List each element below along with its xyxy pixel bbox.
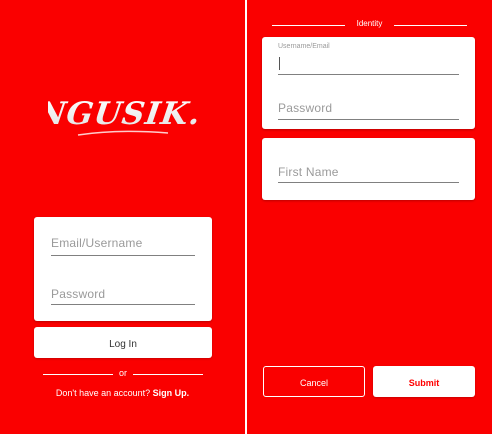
first-name-underline [278, 182, 459, 183]
email-field[interactable]: Email/Username [51, 236, 195, 256]
password-underline [51, 304, 195, 305]
username-email-label: Username/Email [278, 43, 330, 50]
logo-graphic: NGUSIK. [48, 96, 198, 136]
logo-text: NGUSIK. [48, 96, 198, 132]
no-account-text: Don't have an account? [55, 388, 151, 398]
login-screen: NGUSIK. Email/Username Password Log In o… [0, 0, 245, 434]
username-underline [278, 74, 459, 75]
app-logo: NGUSIK. [0, 86, 245, 142]
or-text: or [118, 368, 127, 378]
or-divider: or [43, 368, 203, 379]
identity-section-header: Identity [247, 19, 492, 31]
first-name-placeholder: First Name [278, 165, 339, 179]
signup-password-placeholder: Password [278, 101, 333, 115]
submit-button[interactable]: Submit [373, 366, 475, 397]
signup-password-field[interactable]: Password [278, 101, 459, 121]
submit-button-label: Submit [408, 378, 440, 388]
credentials-card: Username/Email Password [262, 37, 475, 129]
signup-password-underline [278, 119, 459, 120]
cancel-button-label: Cancel [299, 378, 328, 388]
email-placeholder: Email/Username [51, 236, 143, 250]
cancel-button[interactable]: Cancel [263, 366, 365, 397]
identity-title: Identity [356, 19, 383, 28]
email-underline [51, 255, 195, 256]
signup-link[interactable]: Sign Up. [153, 388, 190, 398]
password-placeholder: Password [51, 287, 106, 301]
password-field[interactable]: Password [51, 287, 195, 307]
login-button[interactable]: Log In [34, 327, 212, 358]
text-cursor [279, 57, 280, 70]
name-card: First Name [262, 138, 475, 200]
first-name-field[interactable]: First Name [278, 165, 459, 185]
signup-screen: Identity Username/Email Password First N… [247, 0, 492, 434]
signup-prompt: Don't have an account? Sign Up. [0, 388, 245, 398]
login-form-card: Email/Username Password [34, 217, 212, 321]
login-button-label: Log In [109, 339, 137, 350]
username-email-field[interactable]: Username/Email [278, 43, 459, 77]
